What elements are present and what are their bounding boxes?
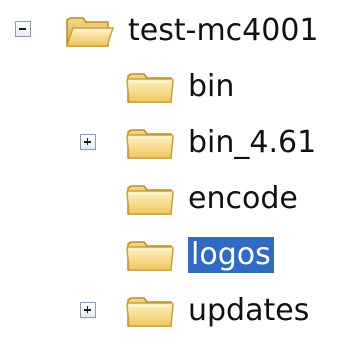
tree-node-updates[interactable]: updates: [0, 288, 337, 334]
expand-toggle-icon[interactable]: [80, 134, 96, 150]
folder-icon: [125, 68, 175, 106]
folder-icon: [125, 124, 175, 162]
tree-node-bin[interactable]: bin: [0, 64, 337, 110]
tree-node-bin-4-61[interactable]: bin_4.61: [0, 120, 337, 166]
folder-icon: [125, 236, 175, 274]
tree-node-label[interactable]: bin: [185, 69, 237, 105]
folder-icon: [125, 292, 175, 330]
tree-node-logos[interactable]: logos: [0, 232, 337, 278]
open-folder-icon: [64, 12, 114, 50]
tree-node-label[interactable]: updates: [185, 293, 312, 329]
expand-toggle-icon[interactable]: [80, 302, 96, 318]
folder-tree: test-mc4001 bin bin_4.61 encode logos up…: [0, 0, 337, 338]
tree-node-root[interactable]: test-mc4001: [0, 8, 337, 54]
tree-node-label-selected[interactable]: logos: [188, 237, 274, 273]
tree-node-label[interactable]: encode: [185, 181, 301, 217]
tree-node-label[interactable]: test-mc4001: [125, 13, 322, 49]
tree-node-encode[interactable]: encode: [0, 176, 337, 222]
folder-icon: [125, 180, 175, 218]
tree-node-label[interactable]: bin_4.61: [185, 125, 319, 161]
collapse-toggle-icon[interactable]: [15, 21, 31, 37]
